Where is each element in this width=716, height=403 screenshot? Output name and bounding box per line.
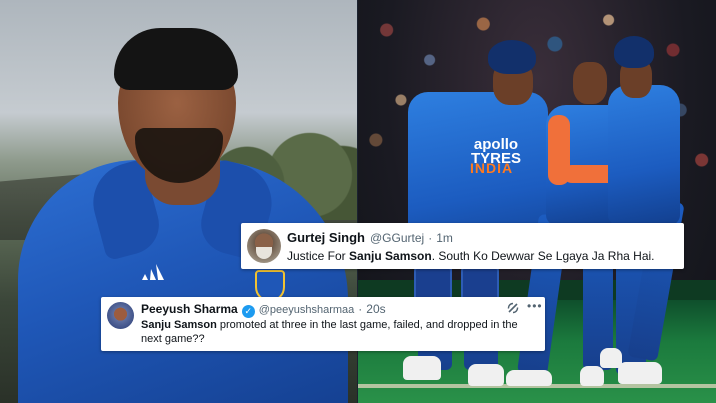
hair <box>114 28 238 90</box>
tweet-card-gurtej[interactable]: Gurtej Singh @GGurtej · 1m Justice For S… <box>241 223 684 269</box>
tweet-time[interactable]: 20s <box>366 302 385 316</box>
tweet-text-bold: Sanju Samson <box>141 319 217 331</box>
display-name[interactable]: Gurtej Singh <box>287 230 365 245</box>
adidas-logo-icon <box>140 262 168 288</box>
grok-icon[interactable] <box>506 301 520 315</box>
separator-dot: · <box>428 231 433 245</box>
user-handle[interactable]: @peeyushsharmaa <box>259 304 355 316</box>
tweet-text-suffix: . South Ko Dewwar Se Lgaya Ja Rha Hai. <box>431 249 655 263</box>
tweet-header: Peeyush Sharma ✓ @peeyushsharmaa · 20s <box>141 302 386 318</box>
tweet-header: Gurtej Singh @GGurtej · 1m <box>287 230 453 245</box>
separator-dot: · <box>358 302 363 316</box>
more-icon[interactable]: ••• <box>527 299 543 313</box>
user-avatar-icon[interactable] <box>107 302 134 329</box>
tweet-time[interactable]: 1m <box>436 231 453 245</box>
tweet-text: Justice For Sanju Samson. South Ko Dewwa… <box>287 249 655 263</box>
tweet-text-bold: Sanju Samson <box>349 249 432 263</box>
tweet-card-peeyush[interactable]: Peeyush Sharma ✓ @peeyushsharmaa · 20s •… <box>101 297 545 351</box>
user-avatar-icon[interactable] <box>247 229 281 263</box>
tweet-text-prefix: Justice For <box>287 249 350 263</box>
user-handle[interactable]: @GGurtej <box>370 231 424 245</box>
display-name[interactable]: Peeyush Sharma <box>141 302 238 316</box>
verified-badge-icon: ✓ <box>241 305 255 318</box>
tweet-text: Sanju Samson promoted at three in the la… <box>141 318 531 346</box>
